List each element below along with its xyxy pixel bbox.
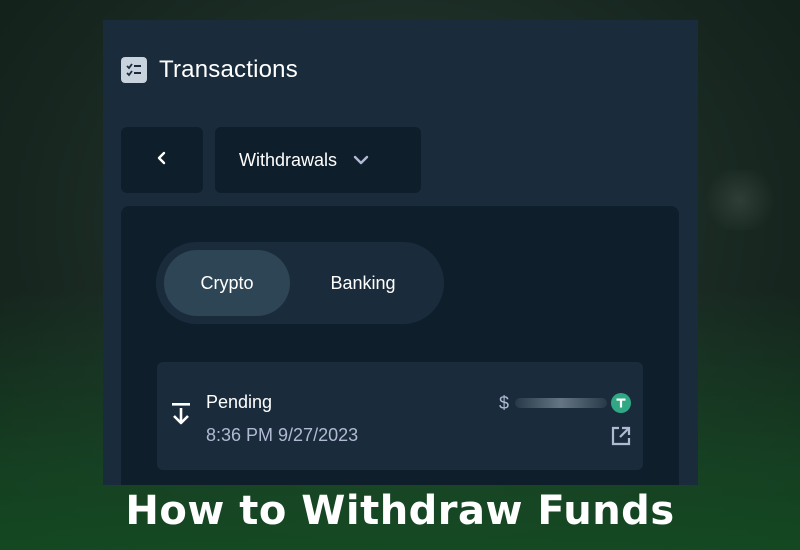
hidden-amount [515, 398, 607, 408]
transaction-amount: $ [499, 392, 631, 414]
chevron-left-icon [156, 151, 168, 170]
payment-method-toggle: Crypto Banking [156, 242, 444, 324]
dropdown-label: Withdrawals [239, 149, 338, 170]
caption-title: How to Withdraw Funds [125, 488, 675, 534]
transactions-panel: Transactions Withdrawals Crypto Banking [103, 20, 698, 485]
page-title: Transactions [159, 56, 298, 83]
transaction-type-dropdown[interactable]: Withdrawals [215, 127, 421, 193]
withdraw-arrow-icon [171, 402, 191, 431]
transaction-row[interactable]: Pending 8:36 PM 9/27/2023 $ [157, 362, 643, 470]
tether-icon [611, 393, 631, 413]
tab-crypto[interactable]: Crypto [164, 250, 290, 316]
transactions-content: Crypto Banking Pending 8:36 PM 9/27/2023… [121, 206, 679, 485]
chevron-down-icon [353, 154, 369, 166]
transaction-status: Pending [206, 392, 273, 412]
currency-symbol: $ [498, 392, 509, 413]
back-button[interactable] [121, 127, 203, 193]
background-lights [700, 170, 780, 230]
tab-banking[interactable]: Banking [290, 250, 436, 316]
transaction-datetime: 8:36 PM 9/27/2023 [206, 425, 359, 445]
panel-header: Transactions [121, 56, 298, 84]
external-link-icon[interactable] [611, 426, 631, 451]
checklist-icon [121, 57, 147, 83]
